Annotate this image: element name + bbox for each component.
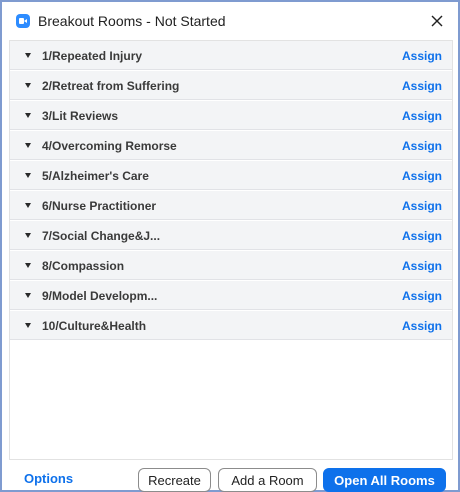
room-row[interactable]: 6/Nurse Practitioner Assign — [10, 191, 452, 220]
assign-link[interactable]: Assign — [402, 199, 442, 213]
assign-link[interactable]: Assign — [402, 49, 442, 63]
room-row[interactable]: 8/Compassion Assign — [10, 251, 452, 280]
add-room-button[interactable]: Add a Room — [218, 468, 317, 492]
room-row[interactable]: 4/Overcoming Remorse Assign — [10, 131, 452, 160]
room-row[interactable]: 9/Model Developm... Assign — [10, 281, 452, 310]
assign-link[interactable]: Assign — [402, 169, 442, 183]
zoom-camera-icon — [16, 14, 30, 28]
caret-down-icon[interactable] — [25, 233, 31, 238]
room-name: 8/Compassion — [42, 259, 125, 273]
caret-down-icon[interactable] — [25, 113, 31, 118]
caret-down-icon[interactable] — [25, 203, 31, 208]
assign-link[interactable]: Assign — [402, 109, 442, 123]
close-icon — [431, 15, 443, 27]
caret-down-icon[interactable] — [25, 53, 31, 58]
room-row[interactable]: 2/Retreat from Suffering Assign — [10, 71, 452, 100]
room-name: 9/Model Developm... — [42, 289, 158, 303]
room-row[interactable]: 1/Repeated Injury Assign — [10, 41, 452, 70]
recreate-button[interactable]: Recreate — [138, 468, 211, 492]
open-all-rooms-button[interactable]: Open All Rooms — [323, 468, 446, 492]
caret-down-icon[interactable] — [25, 323, 31, 328]
room-name: 10/Culture&Health — [42, 319, 147, 333]
room-name: 1/Repeated Injury — [42, 49, 143, 63]
assign-link[interactable]: Assign — [402, 259, 442, 273]
caret-down-icon[interactable] — [25, 143, 31, 148]
caret-down-icon[interactable] — [25, 293, 31, 298]
room-name: 7/Social Change&J... — [42, 229, 161, 243]
title-bar: Breakout Rooms - Not Started — [2, 2, 458, 40]
caret-down-icon[interactable] — [25, 173, 31, 178]
caret-down-icon[interactable] — [25, 83, 31, 88]
assign-link[interactable]: Assign — [402, 319, 442, 333]
room-row[interactable]: 10/Culture&Health Assign — [10, 311, 452, 340]
assign-link[interactable]: Assign — [402, 139, 442, 153]
room-row[interactable]: 3/Lit Reviews Assign — [10, 101, 452, 130]
breakout-rooms-window: Breakout Rooms - Not Started 1/Repeated … — [0, 0, 460, 492]
room-name: 2/Retreat from Suffering — [42, 79, 180, 93]
room-name: 4/Overcoming Remorse — [42, 139, 177, 153]
assign-link[interactable]: Assign — [402, 79, 442, 93]
room-name: 5/Alzheimer's Care — [42, 169, 149, 183]
room-name: 6/Nurse Practitioner — [42, 199, 157, 213]
window-title: Breakout Rooms - Not Started — [38, 13, 226, 29]
close-button[interactable] — [426, 10, 448, 32]
footer-bar: Options Recreate Add a Room Open All Roo… — [2, 462, 458, 492]
rooms-list: 1/Repeated Injury Assign 2/Retreat from … — [9, 40, 453, 460]
assign-link[interactable]: Assign — [402, 289, 442, 303]
room-row[interactable]: 7/Social Change&J... Assign — [10, 221, 452, 250]
assign-link[interactable]: Assign — [402, 229, 442, 243]
room-name: 3/Lit Reviews — [42, 109, 119, 123]
room-row[interactable]: 5/Alzheimer's Care Assign — [10, 161, 452, 190]
options-link[interactable]: Options — [24, 471, 73, 486]
caret-down-icon[interactable] — [25, 263, 31, 268]
